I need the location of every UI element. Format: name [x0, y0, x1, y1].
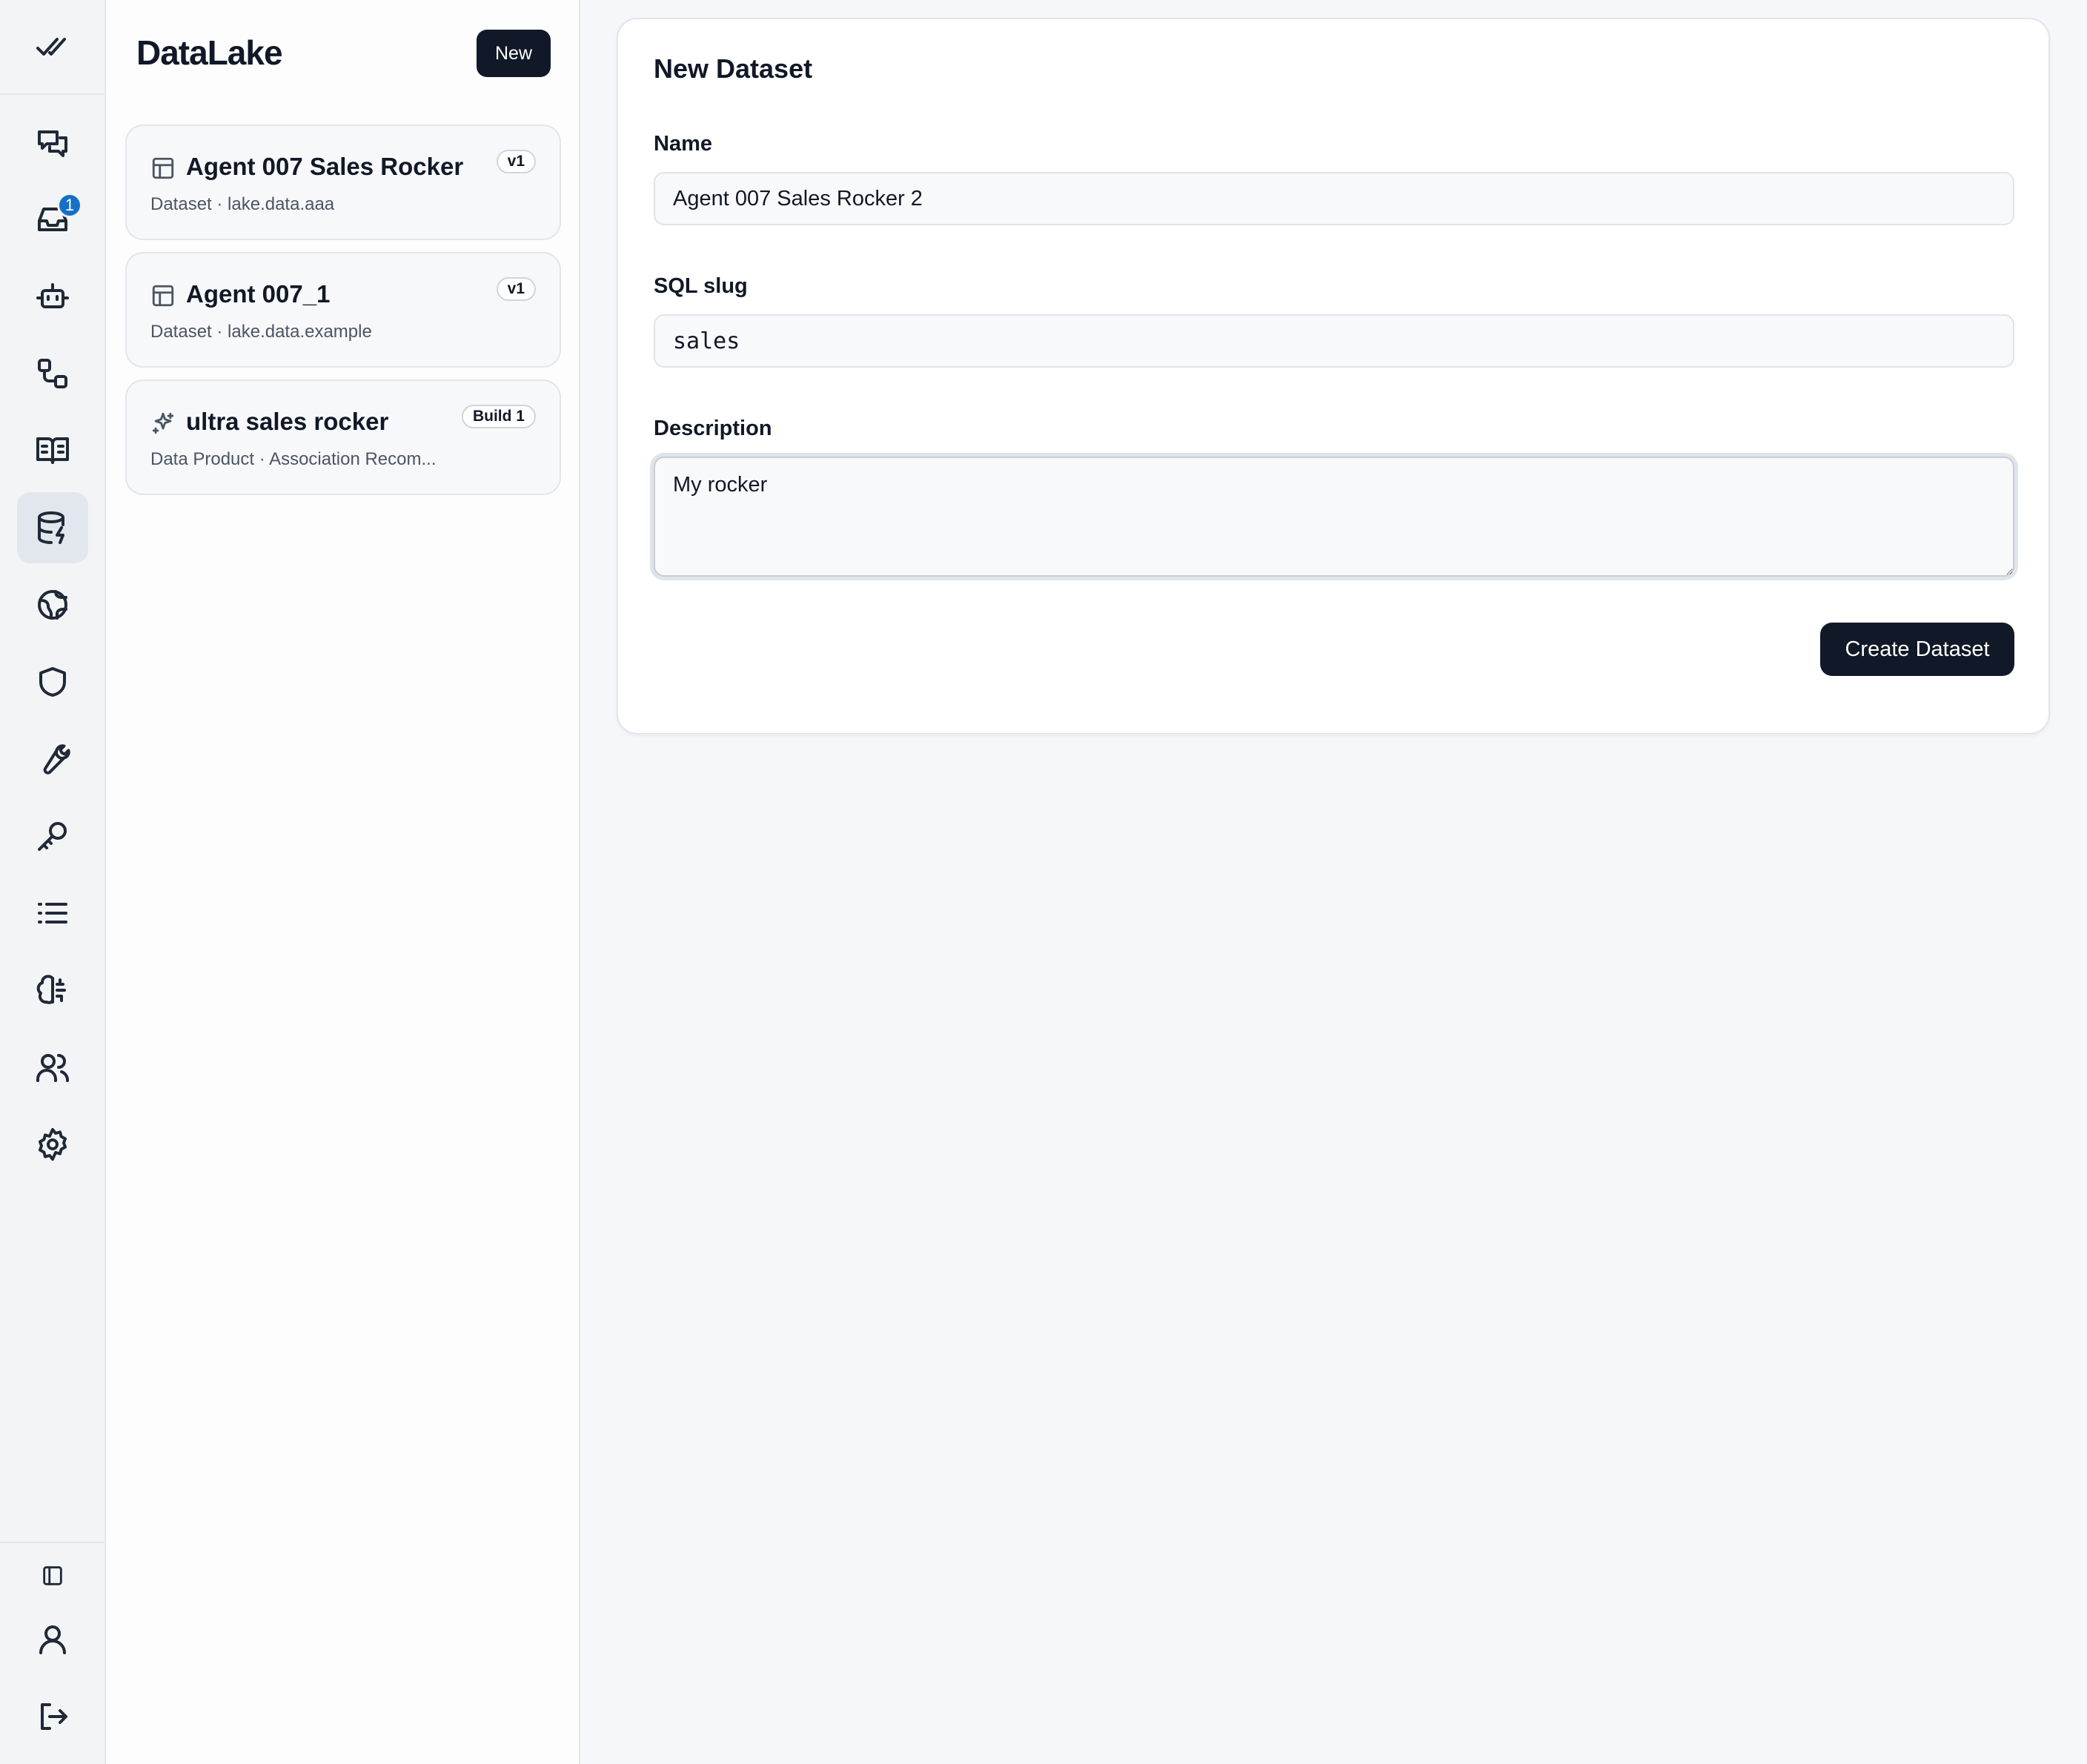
wrench-icon[interactable]	[17, 723, 88, 795]
list-item[interactable]: Agent 007_1 v1 Dataset · lake.data.examp…	[125, 252, 561, 368]
version-badge: v1	[496, 277, 536, 301]
form-title: New Dataset	[654, 53, 813, 84]
name-input[interactable]	[654, 172, 2014, 225]
sparkles-icon	[150, 411, 176, 436]
new-dataset-form: New Dataset Name SQL slug Description My…	[617, 18, 2050, 735]
sql-slug-input[interactable]	[654, 314, 2014, 368]
logo-double-check-icon[interactable]	[0, 0, 104, 95]
key-icon[interactable]	[17, 800, 88, 872]
description-label: Description	[654, 417, 772, 440]
new-button[interactable]: New	[477, 30, 551, 77]
list-item-subtitle: Data Product · Association Recom...	[150, 449, 437, 469]
book-icon[interactable]	[17, 415, 88, 486]
dataset-list-panel: DataLake New Agent 007 Sales Rocker v1 D…	[106, 0, 580, 1764]
list-item-title: Agent 007_1	[186, 280, 331, 308]
build-badge: Build 1	[461, 405, 536, 428]
list-item-subtitle: Dataset · lake.data.aaa	[150, 194, 335, 214]
list-item-title: Agent 007 Sales Rocker	[186, 153, 464, 180]
users-icon[interactable]	[17, 1032, 88, 1103]
database-icon[interactable]	[17, 492, 88, 563]
chat-icon[interactable]	[17, 108, 88, 179]
name-label: Name	[654, 132, 712, 156]
table-icon	[150, 283, 176, 308]
panel-title: DataLake	[136, 33, 283, 72]
app-root: 1 DataLake New Agent 007 Sales Rocker v1…	[0, 0, 2087, 1764]
icon-rail: 1	[0, 0, 106, 1764]
list-item[interactable]: ultra sales rocker Build 1 Data Product …	[125, 379, 561, 495]
sql-slug-label: SQL slug	[654, 274, 748, 298]
brain-icon[interactable]	[17, 955, 88, 1026]
globe-icon[interactable]	[17, 569, 88, 640]
list-item[interactable]: Agent 007 Sales Rocker v1 Dataset · lake…	[125, 125, 561, 240]
workflow-icon[interactable]	[17, 338, 88, 409]
description-textarea[interactable]: My rocker	[654, 457, 2014, 577]
list-item-title: ultra sales rocker	[186, 408, 389, 435]
inbox-badge: 1	[57, 193, 82, 218]
list-item-subtitle: Dataset · lake.data.example	[150, 322, 372, 342]
version-badge: v1	[496, 150, 536, 173]
gear-icon[interactable]	[17, 1109, 88, 1180]
shield-icon[interactable]	[17, 646, 88, 717]
logout-icon[interactable]	[17, 1681, 88, 1752]
table-icon	[150, 156, 176, 181]
user-icon[interactable]	[17, 1604, 88, 1675]
list-icon[interactable]	[17, 878, 88, 949]
create-dataset-button[interactable]: Create Dataset	[1820, 623, 2014, 676]
inbox-icon[interactable]: 1	[17, 184, 88, 255]
sidebar-toggle-icon[interactable]	[17, 1540, 88, 1611]
bot-icon[interactable]	[17, 261, 88, 332]
